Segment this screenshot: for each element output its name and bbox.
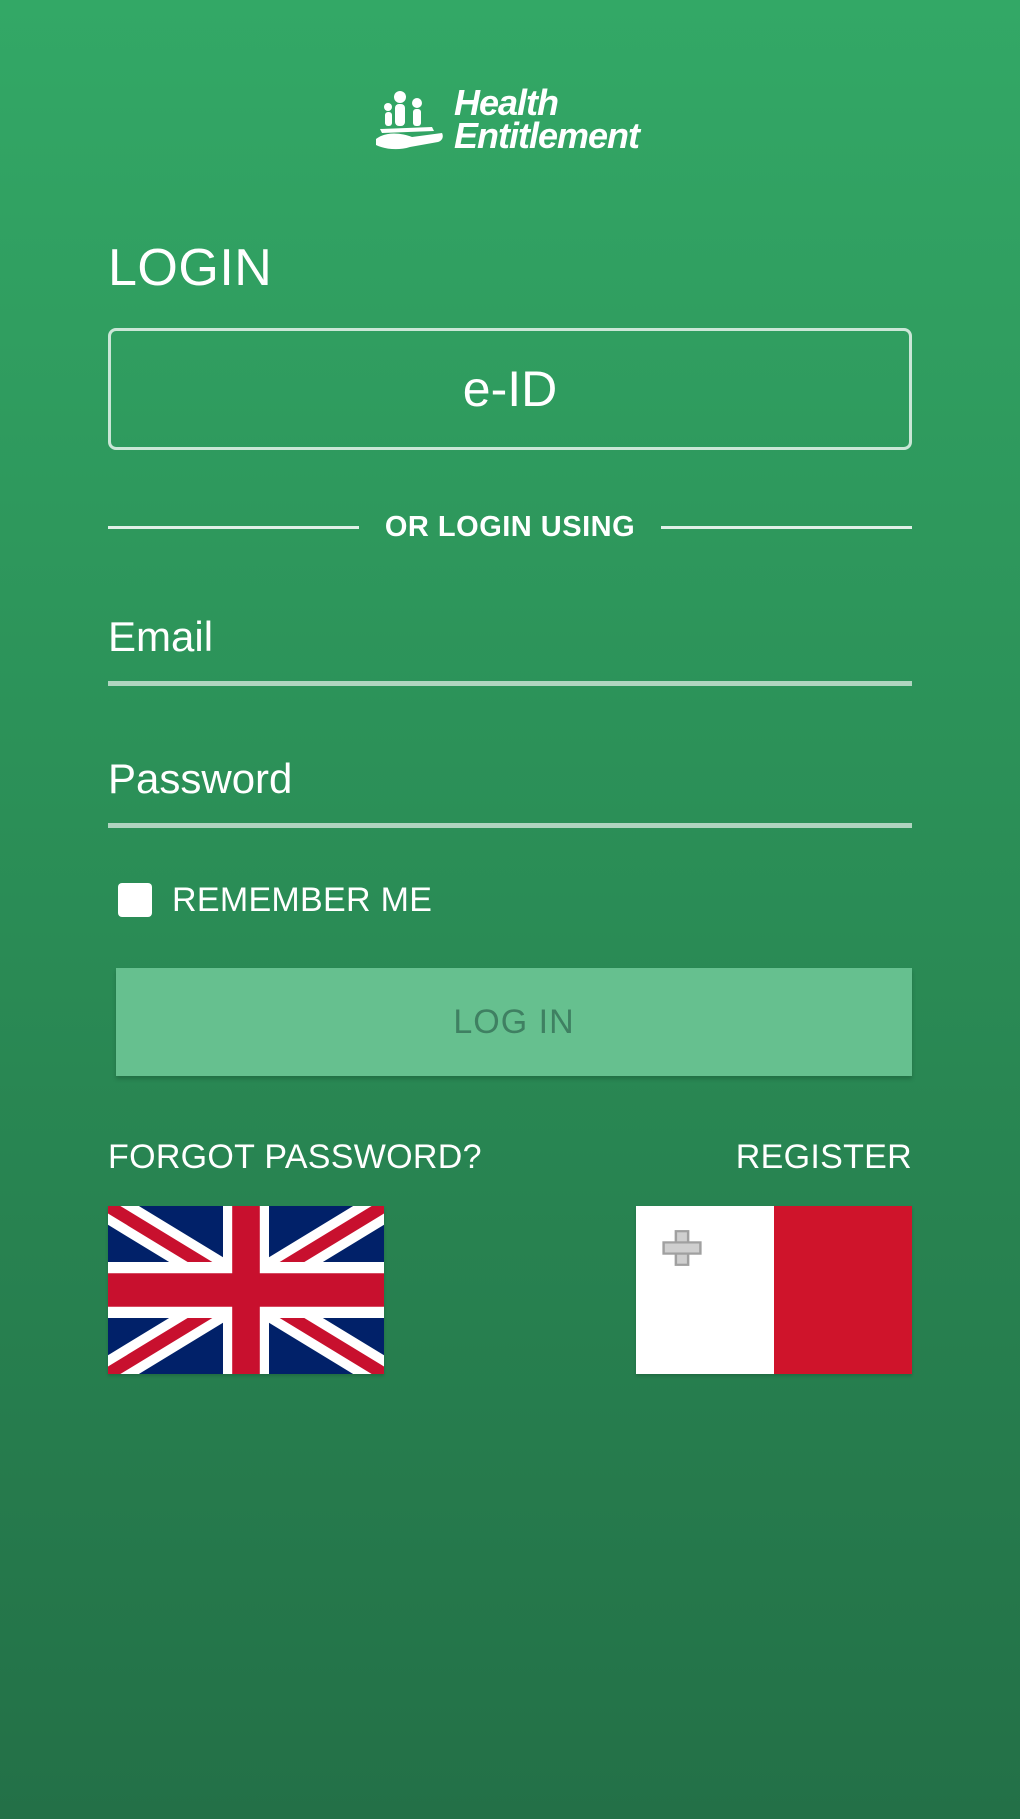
register-link[interactable]: REGISTER [736,1138,912,1177]
eid-login-button[interactable]: e-ID [108,328,912,450]
or-login-divider: OR LOGIN USING [108,502,913,552]
uk-flag-icon [108,1206,384,1374]
password-field[interactable] [108,734,912,823]
email-field[interactable] [108,592,912,681]
forgot-password-link[interactable]: FORGOT PASSWORD? [108,1138,482,1177]
divider-text: OR LOGIN USING [384,510,636,543]
login-screen: Health Entitlement LOGIN e-ID OR LOGIN U… [0,0,1020,1819]
logo-line-2: Entitlement [454,115,640,156]
logo-text: Health Entitlement [454,84,640,156]
password-field-container [108,734,912,828]
email-field-container [108,592,912,686]
malta-flag-icon [636,1206,912,1374]
remember-me-label[interactable]: REMEMBER ME [172,881,432,920]
language-maltese-button[interactable] [636,1206,912,1374]
divider-line-right [661,525,913,529]
health-entitlement-logo: Health Entitlement [372,78,652,160]
remember-me-row: REMEMBER ME [118,876,432,924]
remember-me-checkbox[interactable] [118,883,152,917]
divider-line-left [108,525,359,529]
log-in-button[interactable]: LOG IN [116,968,912,1076]
family-hand-icon [376,91,443,150]
page-title: LOGIN [108,239,273,297]
language-english-button[interactable] [108,1206,384,1374]
